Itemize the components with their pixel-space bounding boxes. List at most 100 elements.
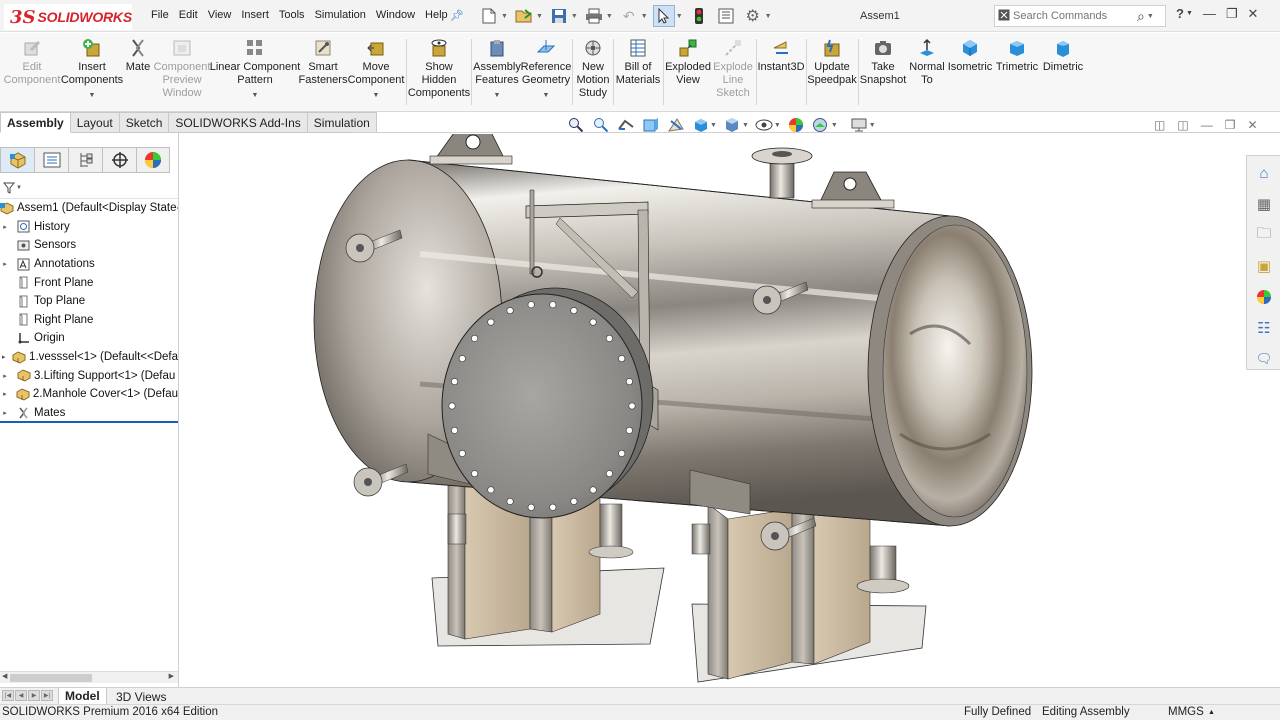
view-palette-icon[interactable]: ▣ [1249, 252, 1279, 280]
section-view-icon[interactable] [641, 116, 660, 134]
menu-help[interactable]: Help [420, 9, 453, 21]
isometric-button[interactable]: Isometric [948, 37, 992, 74]
design-library-icon[interactable]: ▦ [1249, 190, 1279, 218]
lifting-lug-left[interactable] [429, 134, 513, 165]
forum-icon[interactable]: 🗨︎ [1249, 345, 1279, 373]
menu-edit[interactable]: Edit [174, 9, 203, 21]
help-dropdown-icon[interactable]: ▼ [1186, 10, 1193, 22]
tree-node-right-plane[interactable]: Right Plane [0, 311, 178, 330]
zoom-to-area-icon[interactable] [591, 116, 610, 134]
menu-tools[interactable]: Tools [274, 9, 310, 21]
doc-restore-icon[interactable]: ❐ [1225, 118, 1236, 132]
displaymanager-tab-icon[interactable] [136, 147, 170, 173]
apply-scene-icon[interactable] [812, 116, 831, 134]
expand-arrow-icon[interactable]: ▸ [0, 372, 10, 380]
component-preview-window-button[interactable]: Component Preview Window [154, 37, 210, 100]
new-document-icon[interactable] [478, 5, 500, 27]
expand-arrow-icon[interactable]: ▸ [0, 223, 10, 231]
search-input[interactable] [1013, 10, 1137, 22]
help-icon[interactable]: ? [1176, 6, 1184, 22]
menu-simulation[interactable]: Simulation [310, 9, 371, 21]
previous-view-icon[interactable] [616, 116, 635, 134]
tree-filter[interactable]: ▼ [0, 177, 178, 199]
menu-window[interactable]: Window [371, 9, 420, 21]
last-tab-icon[interactable]: ▶| [41, 690, 53, 701]
display-style-dropdown-icon[interactable]: ▼ [742, 122, 749, 129]
save-icon[interactable] [548, 5, 570, 27]
reference-geometry-button[interactable]: Reference Geometry ▼ [521, 37, 571, 102]
print-icon[interactable] [583, 5, 605, 27]
edit-appearance-icon[interactable] [787, 116, 806, 134]
new-dropdown-icon[interactable]: ▼ [501, 13, 508, 20]
hide-show-dropdown-icon[interactable]: ▼ [774, 122, 781, 129]
insert-components-dropdown-icon[interactable]: ▼ [89, 89, 96, 102]
file-explorer-icon[interactable]: 🗀︎ [1249, 221, 1279, 249]
tab-3d-views[interactable]: 3D Views [110, 688, 172, 705]
view-settings-dropdown-icon[interactable]: ▼ [869, 122, 876, 129]
doc-close-icon[interactable]: ✕ [1247, 118, 1257, 132]
expand-arrow-icon[interactable]: ▸ [0, 353, 8, 361]
collapse-panel-right-icon[interactable]: ◫ [1177, 118, 1188, 132]
close-icon[interactable]: ✕ [1248, 6, 1259, 22]
insert-components-button[interactable]: Insert Components ▼ [61, 37, 123, 102]
dimetric-button[interactable]: Dimetric [1041, 37, 1085, 74]
top-nozzle[interactable] [751, 147, 813, 199]
options-dropdown-icon[interactable]: ▼ [765, 13, 772, 20]
select-dropdown-icon[interactable]: ▼ [676, 13, 683, 20]
update-speedpak-button[interactable]: Update Speedpak [807, 37, 857, 87]
undo-dropdown-icon[interactable]: ▼ [641, 13, 648, 20]
tree-node-manhole-cover[interactable]: ▸ 2.Manhole Cover<1> (Defau [0, 385, 178, 404]
vessel-head-right[interactable] [867, 215, 1033, 527]
hide-show-items-icon[interactable] [755, 116, 774, 134]
dimxpert-tab-icon[interactable] [102, 147, 136, 173]
expand-arrow-icon[interactable]: ▸ [0, 390, 10, 398]
filter-dropdown-icon[interactable]: ▼ [16, 185, 22, 191]
show-hidden-components-button[interactable]: Show Hidden Components [408, 37, 470, 100]
restore-icon[interactable]: ❐ [1226, 6, 1238, 22]
reference-geometry-dropdown-icon[interactable]: ▼ [543, 89, 550, 102]
rollback-bar[interactable] [0, 421, 178, 423]
tree-node-annotations[interactable]: ▸ Annotations [0, 255, 178, 274]
smart-fasteners-button[interactable]: Smart Fasteners [299, 37, 347, 87]
custom-properties-icon[interactable]: ☷ [1249, 314, 1279, 342]
tab-sketch[interactable]: Sketch [119, 112, 170, 133]
tab-model[interactable]: Model [58, 688, 107, 705]
featuremanager-tab-icon[interactable] [0, 147, 34, 173]
configurationmanager-tab-icon[interactable] [68, 147, 102, 173]
mate-button[interactable]: Mate [124, 37, 152, 74]
scrollbar-thumb[interactable] [10, 674, 92, 682]
options-gear-icon[interactable]: ⚙ [742, 5, 764, 27]
explode-line-sketch-button[interactable]: Explode Line Sketch [711, 37, 755, 100]
exploded-view-button[interactable]: Exploded View [665, 37, 711, 87]
expand-arrow-icon[interactable]: ▸ [0, 260, 10, 268]
unit-system[interactable]: MMGS [1168, 706, 1204, 718]
apply-scene-dropdown-icon[interactable]: ▼ [831, 122, 838, 129]
tree-node-vessel[interactable]: ▸ 1.vesssel<1> (Default<<Defa [0, 348, 178, 367]
search-scope-icon[interactable] [995, 9, 1013, 24]
save-dropdown-icon[interactable]: ▼ [571, 13, 578, 20]
linear-component-pattern-button[interactable]: Linear Component Pattern ▼ [210, 37, 300, 102]
move-component-button[interactable]: Move Component ▼ [348, 37, 404, 102]
menu-file[interactable]: File [146, 9, 174, 21]
tree-node-lifting-support[interactable]: ▸ 3.Lifting Support<1> (Defau [0, 366, 178, 385]
tab-layout[interactable]: Layout [70, 112, 120, 133]
assembly-features-button[interactable]: Assembly Features ▼ [473, 37, 521, 102]
tree-node-assem1[interactable]: Assem1 (Default<Display State- [0, 199, 178, 218]
graphics-area[interactable] [180, 134, 1244, 686]
trimetric-button[interactable]: Trimetric [994, 37, 1040, 74]
propertymanager-tab-icon[interactable] [34, 147, 68, 173]
pin-menu-icon[interactable]: 📌︎ [450, 9, 464, 22]
open-icon[interactable] [513, 5, 535, 27]
undo-icon[interactable]: ↶ [618, 5, 640, 27]
lifting-lug-right[interactable] [811, 171, 895, 209]
solidworks-resources-icon[interactable]: ⌂ [1249, 159, 1279, 187]
collapse-panel-left-icon[interactable]: ◫ [1154, 118, 1165, 132]
tree-node-origin[interactable]: Origin [0, 329, 178, 348]
prev-tab-icon[interactable]: ◀ [15, 690, 27, 701]
filter-icon[interactable] [3, 182, 15, 194]
move-component-dropdown-icon[interactable]: ▼ [373, 89, 380, 102]
tab-simulation[interactable]: Simulation [307, 112, 377, 133]
linear-pattern-dropdown-icon[interactable]: ▼ [252, 89, 259, 102]
expand-arrow-icon[interactable]: ▸ [0, 409, 10, 417]
first-tab-icon[interactable]: |◀ [2, 690, 14, 701]
